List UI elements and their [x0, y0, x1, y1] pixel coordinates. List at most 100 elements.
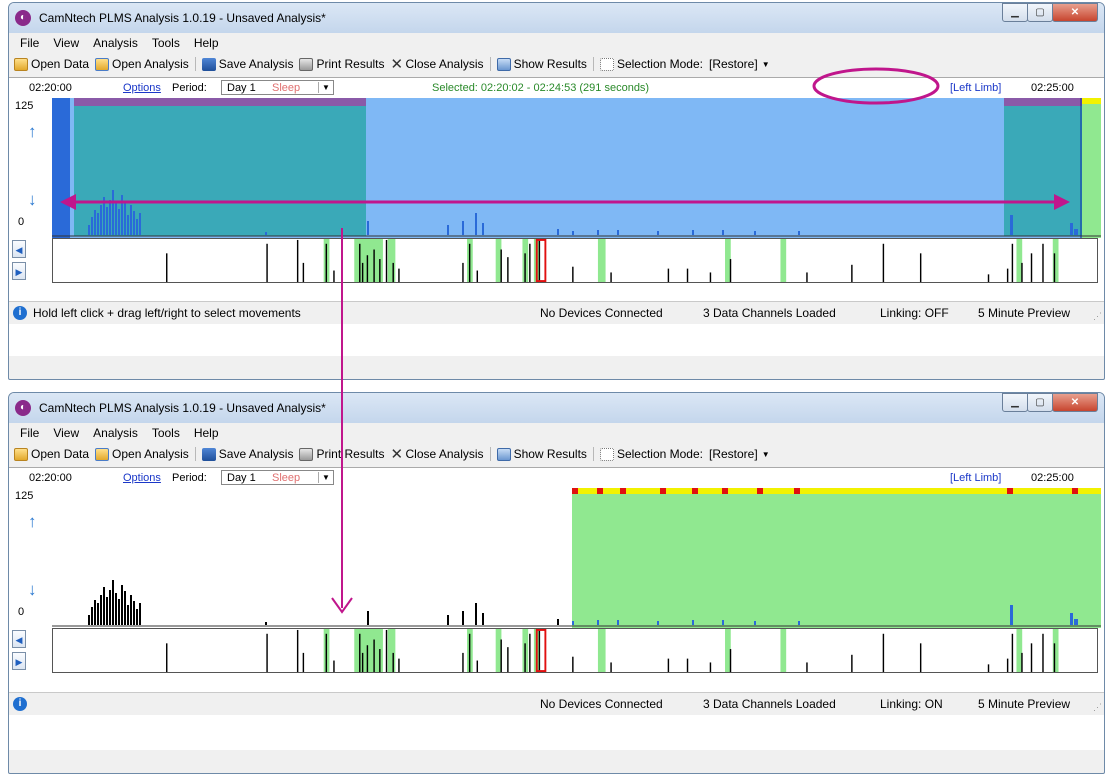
menu-help[interactable]: Help — [187, 426, 226, 440]
selection-mode-dropdown[interactable]: [Restore] ▼ — [706, 447, 773, 461]
movement-bar — [121, 195, 123, 235]
overview-bar — [366, 255, 369, 282]
dropdown-arrow-icon: ▼ — [318, 472, 333, 483]
event-marker — [1072, 488, 1078, 494]
menu-view[interactable]: View — [46, 36, 86, 50]
menu-analysis[interactable]: Analysis — [86, 36, 145, 50]
title-bar[interactable]: ◐ CamNtech PLMS Analysis 1.0.19 - Unsave… — [9, 393, 1104, 423]
minimize-icon[interactable]: ▁ — [1002, 3, 1028, 22]
period-select[interactable]: Day 1 Sleep ▼ — [221, 470, 334, 485]
period-select[interactable]: Day 1 Sleep ▼ — [221, 80, 334, 95]
resize-grip-icon[interactable]: ⋰ — [1093, 702, 1102, 713]
movement-bar — [597, 620, 599, 625]
overview-bar — [398, 658, 400, 672]
menu-tools[interactable]: Tools — [145, 36, 187, 50]
movement-bar — [1010, 215, 1013, 235]
menu-tools[interactable]: Tools — [145, 426, 187, 440]
open-analysis-button[interactable]: Open Analysis — [92, 57, 192, 71]
movement-bar — [447, 225, 449, 235]
menu-analysis[interactable]: Analysis — [86, 426, 145, 440]
activity-chart[interactable]: 125 ↑ ↓ 0 — [9, 98, 1104, 238]
arrow-down-icon[interactable]: ↓ — [28, 580, 37, 600]
close-analysis-button[interactable]: ✕ Close Analysis — [388, 57, 487, 72]
toolbar-separator — [194, 57, 196, 71]
movement-bar — [657, 231, 659, 235]
chevron-right-icon[interactable]: ▶ — [12, 652, 26, 670]
overview-bar — [806, 662, 808, 672]
menu-help[interactable]: Help — [187, 36, 226, 50]
limb-label[interactable]: [Left Limb] — [950, 472, 1001, 484]
overview-bar — [302, 652, 305, 672]
app-icon[interactable]: ◐ — [15, 10, 31, 26]
event-marker — [597, 488, 603, 494]
limb-label[interactable]: [Left Limb] — [950, 82, 1001, 94]
open-analysis-button[interactable]: Open Analysis — [92, 447, 192, 461]
window-title: CamNtech PLMS Analysis 1.0.19 - Unsaved … — [39, 11, 326, 25]
overview-strip[interactable] — [52, 238, 1098, 283]
arrow-up-icon[interactable]: ↑ — [28, 122, 37, 142]
menu-file[interactable]: File — [13, 426, 46, 440]
status-devices: No Devices Connected — [540, 306, 663, 320]
movement-bar — [124, 201, 126, 235]
overview-bar — [709, 662, 712, 672]
selection-mode-dropdown[interactable]: [Restore] ▼ — [706, 57, 773, 71]
table-icon — [496, 57, 511, 71]
minimize-icon[interactable]: ▁ — [1002, 393, 1028, 412]
show-results-button[interactable]: Show Results — [494, 447, 590, 461]
overview-bar — [1021, 652, 1023, 672]
movement-bar — [109, 590, 111, 625]
arrow-up-icon[interactable]: ↑ — [28, 512, 37, 532]
toolbar: Open Data Open Analysis Save Analysis Pr… — [9, 443, 1104, 465]
event-marker — [620, 488, 626, 494]
chevron-right-icon[interactable]: ▶ — [12, 262, 26, 280]
app-window-after: ◐ CamNtech PLMS Analysis 1.0.19 - Unsave… — [8, 392, 1105, 774]
movement-bar — [265, 232, 267, 235]
period-label: Period: — [172, 82, 207, 94]
overview-bar — [1011, 243, 1014, 282]
chevron-left-icon[interactable]: ◀ — [12, 630, 26, 648]
sleep-region — [74, 106, 366, 236]
period-marker — [572, 488, 1101, 494]
app-icon[interactable]: ◐ — [15, 400, 31, 416]
maximize-icon[interactable]: ▢ — [1027, 3, 1053, 22]
show-results-button[interactable]: Show Results — [494, 57, 590, 71]
overview-bar — [686, 268, 689, 282]
maximize-icon[interactable]: ▢ — [1027, 393, 1053, 412]
movement-bar — [462, 221, 464, 235]
print-results-button[interactable]: Print Results — [296, 57, 387, 71]
overview-bar — [385, 239, 388, 282]
overview-bar — [468, 243, 471, 282]
menu-bar: File View Analysis Tools Help — [9, 423, 1104, 443]
chevron-left-icon[interactable]: ◀ — [12, 240, 26, 258]
options-link[interactable]: Options — [123, 82, 161, 94]
y-axis-max: 125 — [15, 490, 34, 502]
overview-strip[interactable] — [52, 628, 1098, 673]
close-icon[interactable]: ✕ — [1052, 393, 1098, 412]
movement-plot[interactable] — [52, 488, 1101, 628]
resize-grip-icon[interactable]: ⋰ — [1093, 311, 1102, 322]
menu-view[interactable]: View — [46, 426, 86, 440]
save-analysis-button[interactable]: Save Analysis — [199, 57, 297, 71]
open-data-button[interactable]: Open Data — [11, 447, 92, 461]
title-bar[interactable]: ◐ CamNtech PLMS Analysis 1.0.19 - Unsave… — [9, 3, 1104, 33]
movement-plot[interactable] — [52, 98, 1101, 238]
save-analysis-button[interactable]: Save Analysis — [199, 447, 297, 461]
movement-bar — [94, 210, 96, 235]
print-results-button[interactable]: Print Results — [296, 447, 387, 461]
overview-bar — [507, 647, 509, 672]
wake-region — [597, 629, 606, 672]
close-icon[interactable]: ✕ — [1052, 3, 1098, 22]
close-analysis-button[interactable]: ✕ Close Analysis — [388, 447, 487, 462]
movement-bar — [1070, 613, 1073, 625]
activity-chart[interactable]: 125 ↑ ↓ 0 — [9, 488, 1104, 628]
overview-bar — [851, 264, 853, 282]
period-day: Day 1 — [227, 82, 256, 94]
overview-bar — [462, 652, 464, 672]
arrow-down-icon[interactable]: ↓ — [28, 190, 37, 210]
movement-bar — [127, 605, 129, 625]
overview-bar — [882, 243, 885, 282]
overview-bar — [529, 633, 531, 672]
options-link[interactable]: Options — [123, 472, 161, 484]
open-data-button[interactable]: Open Data — [11, 57, 92, 71]
menu-file[interactable]: File — [13, 36, 46, 50]
